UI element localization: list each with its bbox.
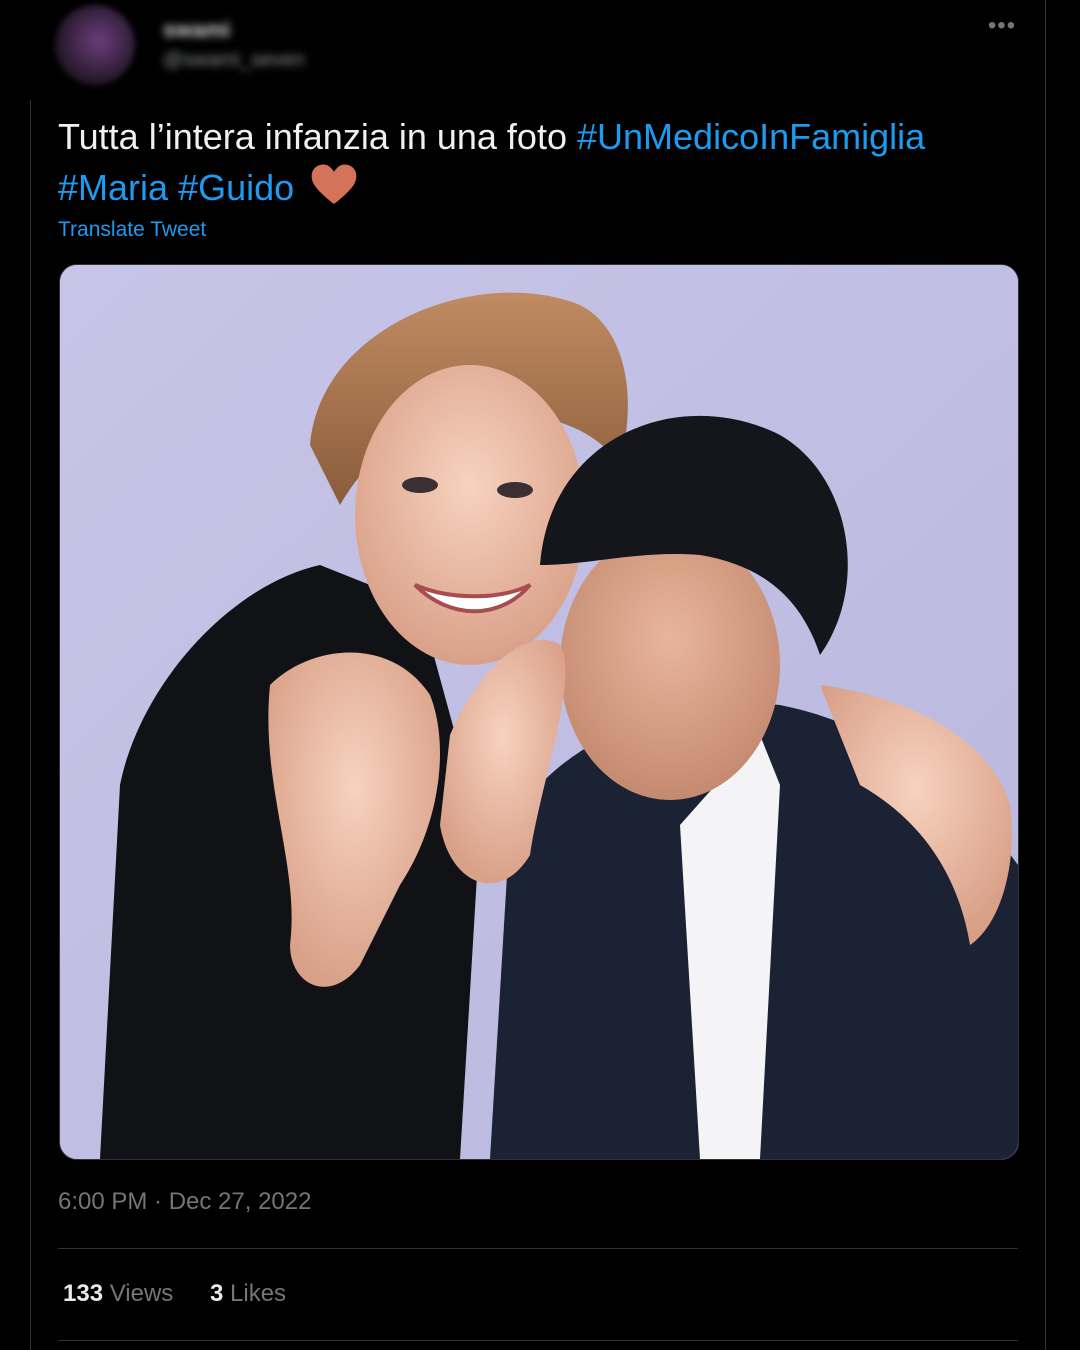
divider — [58, 1340, 1018, 1341]
hashtag-link[interactable]: #Guido — [178, 167, 294, 208]
author-handle[interactable]: @swami_seven — [163, 49, 304, 72]
tweet-header: swami @swami_seven ••• — [55, 5, 1045, 85]
avatar[interactable] — [55, 5, 135, 85]
hashtag-link[interactable]: #UnMedicoInFamiglia — [577, 116, 925, 157]
likes-count: 3 — [209, 1280, 224, 1307]
thread-line — [30, 100, 31, 1350]
tweet-body: Tutta l’intera infanzia in una foto — [58, 116, 567, 157]
likes-label: Likes — [230, 1280, 287, 1307]
views-stat[interactable]: 133 Views — [63, 1280, 173, 1308]
tweet-timestamp[interactable]: 6:00 PM · Dec 27, 2022 — [58, 1188, 311, 1216]
tweet-stats: 133 Views 3 Likes — [63, 1280, 316, 1308]
tweet-photo[interactable] — [59, 264, 1019, 1160]
views-label: Views — [109, 1280, 174, 1307]
likes-stat[interactable]: 3 Likes — [210, 1280, 286, 1308]
column-border — [1045, 0, 1046, 1350]
divider — [58, 1248, 1018, 1249]
photo-illustration — [60, 265, 1018, 1159]
author-name[interactable]: swami — [163, 17, 230, 43]
translate-tweet-link[interactable]: Translate Tweet — [58, 218, 206, 242]
hashtag-link[interactable]: #Maria — [58, 167, 168, 208]
more-options-icon[interactable]: ••• — [987, 11, 1017, 41]
views-count: 133 — [63, 1280, 104, 1307]
orange-heart-icon — [310, 162, 358, 219]
tweet-text: Tutta l’intera infanzia in una foto #UnM… — [58, 112, 1028, 219]
